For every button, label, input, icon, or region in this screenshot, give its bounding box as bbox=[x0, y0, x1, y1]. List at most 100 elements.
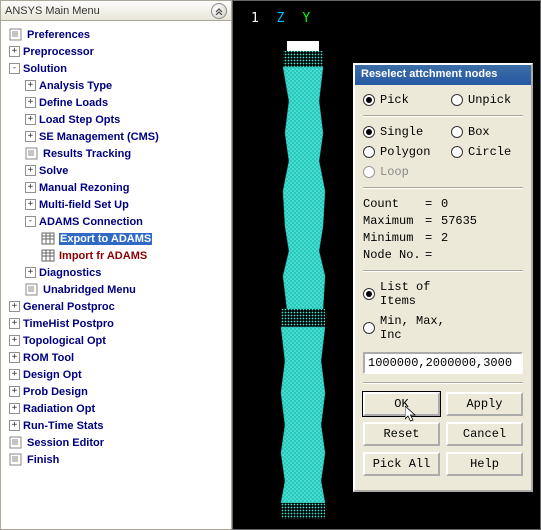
node-input[interactable] bbox=[363, 352, 523, 374]
tree-item[interactable]: Finish bbox=[3, 451, 229, 468]
ok-button[interactable]: OK bbox=[363, 392, 440, 416]
radio-icon bbox=[363, 166, 375, 178]
expand-icon[interactable]: + bbox=[9, 318, 20, 329]
expand-icon[interactable]: + bbox=[9, 420, 20, 431]
tree-item[interactable]: Import fr ADAMS bbox=[3, 247, 229, 264]
radio-icon bbox=[363, 288, 375, 300]
tree-item[interactable]: +Load Step Opts bbox=[3, 111, 229, 128]
expand-icon[interactable]: + bbox=[9, 369, 20, 380]
tree-item[interactable]: Results Tracking bbox=[3, 145, 229, 162]
tree-item[interactable]: +Diagnostics bbox=[3, 264, 229, 281]
expand-icon[interactable]: + bbox=[9, 403, 20, 414]
expand-icon[interactable]: + bbox=[9, 46, 20, 57]
equals: = bbox=[425, 248, 441, 262]
collapse-icon[interactable]: - bbox=[25, 216, 36, 227]
radio-label: Unpick bbox=[468, 93, 511, 107]
tree-item-label: Diagnostics bbox=[39, 267, 101, 279]
tree-item[interactable]: +Analysis Type bbox=[3, 77, 229, 94]
help-button[interactable]: Help bbox=[446, 452, 523, 476]
radio-box[interactable]: Box bbox=[451, 125, 490, 139]
radio-min-max-inc[interactable]: Min, Max, Inc bbox=[363, 314, 451, 342]
expand-icon[interactable]: + bbox=[25, 131, 36, 142]
axis-indicator: 1 Z Y bbox=[251, 11, 310, 26]
expand-icon[interactable]: + bbox=[9, 386, 20, 397]
minimum-value: 2 bbox=[441, 231, 448, 245]
expand-icon[interactable]: + bbox=[25, 97, 36, 108]
tree-item-label: Export to ADAMS bbox=[59, 233, 152, 245]
reselect-nodes-dialog: Reselect attchment nodes Pick Unpick Sin… bbox=[353, 63, 533, 492]
tree-item[interactable]: +Design Opt bbox=[3, 366, 229, 383]
radio-label: Pick bbox=[380, 93, 409, 107]
expand-icon[interactable]: + bbox=[9, 335, 20, 346]
expand-icon[interactable]: + bbox=[25, 267, 36, 278]
tree-item[interactable]: +Manual Rezoning bbox=[3, 179, 229, 196]
tree-item[interactable]: +Preprocessor bbox=[3, 43, 229, 60]
tree-item[interactable]: Export to ADAMS bbox=[3, 230, 229, 247]
apply-button[interactable]: Apply bbox=[446, 392, 523, 416]
radio-label: Polygon bbox=[380, 145, 430, 159]
radio-label: Box bbox=[468, 125, 490, 139]
tree-item-label: Multi-field Set Up bbox=[39, 199, 129, 211]
radio-single[interactable]: Single bbox=[363, 125, 451, 139]
radio-polygon[interactable]: Polygon bbox=[363, 145, 451, 159]
radio-icon bbox=[451, 126, 463, 138]
viewport[interactable]: 1 Z Y Reselect attchment nodes bbox=[232, 0, 541, 530]
tree-item-label: Session Editor bbox=[27, 437, 104, 449]
tree-item[interactable]: +Define Loads bbox=[3, 94, 229, 111]
tree-item[interactable]: Session Editor bbox=[3, 434, 229, 451]
cancel-button[interactable]: Cancel bbox=[446, 422, 523, 446]
tree-item[interactable]: +Prob Design bbox=[3, 383, 229, 400]
expand-icon[interactable]: + bbox=[25, 182, 36, 193]
tree-item[interactable]: +Solve bbox=[3, 162, 229, 179]
tree-item-label: Preprocessor bbox=[23, 46, 94, 58]
tree-item-label: Topological Opt bbox=[23, 335, 106, 347]
pick-all-button[interactable]: Pick All bbox=[363, 452, 440, 476]
equals: = bbox=[425, 197, 441, 211]
radio-icon bbox=[451, 146, 463, 158]
collapse-icon[interactable]: - bbox=[9, 63, 20, 74]
radio-label: Loop bbox=[380, 165, 409, 179]
radio-pick[interactable]: Pick bbox=[363, 93, 451, 107]
radio-list-of-items[interactable]: List of Items bbox=[363, 280, 451, 308]
tree-item[interactable]: +ROM Tool bbox=[3, 349, 229, 366]
tree-item-label: Radiation Opt bbox=[23, 403, 95, 415]
collapse-icon[interactable] bbox=[211, 3, 227, 19]
radio-icon bbox=[363, 322, 375, 334]
tree-item[interactable]: Preferences bbox=[3, 26, 229, 43]
expand-icon[interactable]: + bbox=[25, 165, 36, 176]
tree-item[interactable]: +Multi-field Set Up bbox=[3, 196, 229, 213]
tree-item[interactable]: +Topological Opt bbox=[3, 332, 229, 349]
ansys-main-menu-panel: ANSYS Main Menu Preferences+Preprocessor… bbox=[0, 0, 232, 530]
tree-item[interactable]: +Run-Time Stats bbox=[3, 417, 229, 434]
tree-item[interactable]: +TimeHist Postpro bbox=[3, 315, 229, 332]
tree-item[interactable]: -ADAMS Connection bbox=[3, 213, 229, 230]
separator bbox=[363, 382, 523, 384]
document-icon bbox=[9, 453, 24, 466]
radio-unpick[interactable]: Unpick bbox=[451, 93, 511, 107]
tree-item[interactable]: -Solution bbox=[3, 60, 229, 77]
expand-icon[interactable]: + bbox=[25, 199, 36, 210]
expand-icon[interactable]: + bbox=[9, 352, 20, 363]
expand-icon[interactable]: + bbox=[9, 301, 20, 312]
reset-button[interactable]: Reset bbox=[363, 422, 440, 446]
radio-loop: Loop bbox=[363, 165, 451, 179]
radio-icon bbox=[451, 94, 463, 106]
tree-item-label: ROM Tool bbox=[23, 352, 74, 364]
expand-icon[interactable]: + bbox=[25, 80, 36, 91]
tree-item[interactable]: Unabridged Menu bbox=[3, 281, 229, 298]
radio-label: Circle bbox=[468, 145, 511, 159]
radio-label: List of Items bbox=[380, 280, 451, 308]
radio-circle[interactable]: Circle bbox=[451, 145, 511, 159]
tree-item[interactable]: +General Postproc bbox=[3, 298, 229, 315]
tree-item-label: Finish bbox=[27, 454, 59, 466]
dialog-title: Reselect attchment nodes bbox=[355, 65, 531, 85]
menu-tree: Preferences+Preprocessor-Solution+Analys… bbox=[1, 21, 231, 529]
tree-item[interactable]: +Radiation Opt bbox=[3, 400, 229, 417]
radio-icon bbox=[363, 126, 375, 138]
separator bbox=[363, 270, 523, 272]
maximum-label: Maximum bbox=[363, 214, 425, 228]
tree-item[interactable]: +SE Management (CMS) bbox=[3, 128, 229, 145]
expand-icon[interactable]: + bbox=[25, 114, 36, 125]
tree-item-label: Unabridged Menu bbox=[43, 284, 136, 296]
node-no-label: Node No. bbox=[363, 248, 425, 262]
